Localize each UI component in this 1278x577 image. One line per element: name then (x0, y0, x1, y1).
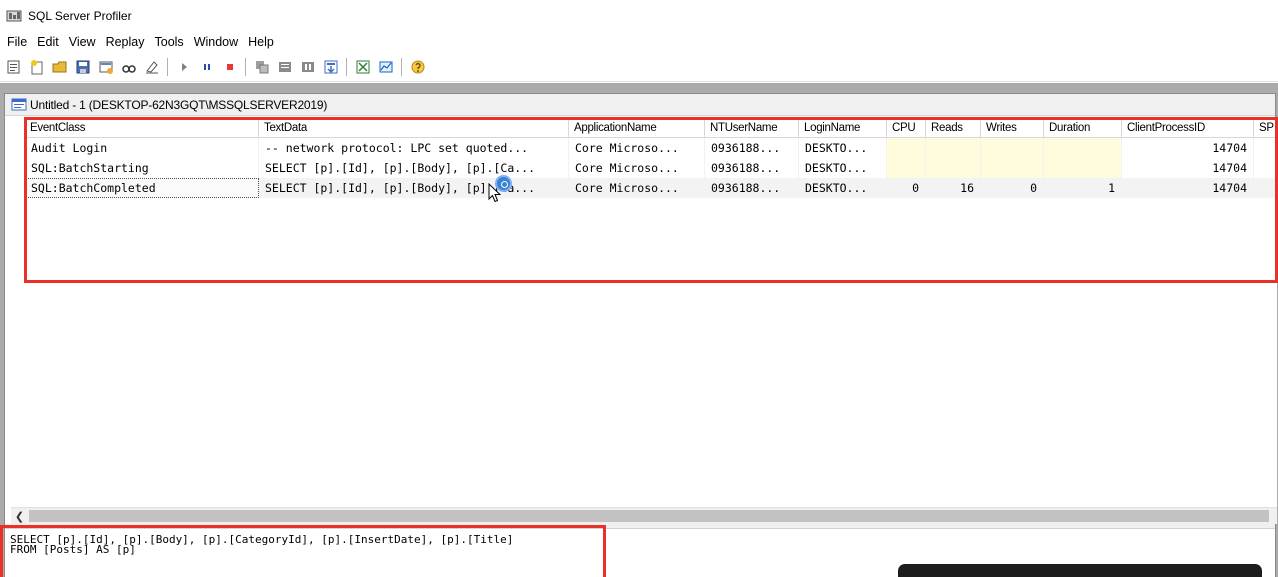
cell-loginname: DESKTO... (799, 158, 887, 178)
cell-writes (981, 158, 1044, 178)
menu-replay[interactable]: Replay (101, 31, 150, 53)
open-icon[interactable] (51, 58, 69, 76)
cell-reads (926, 158, 981, 178)
stop-icon[interactable] (221, 58, 239, 76)
trace-events-grid: EventClass TextData ApplicationName NTUs… (25, 119, 1277, 519)
cell-clientprocessid: 14704 (1122, 158, 1254, 178)
toolbar-separator (167, 58, 168, 76)
cell-eventclass: SQL:BatchCompleted (25, 178, 259, 198)
scrollbar-thumb[interactable] (29, 510, 1269, 522)
menu-view[interactable]: View (64, 31, 101, 53)
dark-overlay-panel (898, 564, 1262, 577)
horizontal-scrollbar[interactable]: ❮ (11, 507, 1277, 524)
cell-reads (926, 138, 981, 158)
menu-window[interactable]: Window (189, 31, 243, 53)
trace-window-icon (11, 98, 27, 111)
cell-duration: 1 (1044, 178, 1122, 198)
mdi-client-area: Untitled - 1 (DESKTOP-62N3GQT\MSSQLSERVE… (0, 83, 1278, 577)
cell-clientprocessid: 14704 (1122, 178, 1254, 198)
cell-loginname: DESKTO... (799, 138, 887, 158)
table-row[interactable]: SQL:BatchStarting SELECT [p].[Id], [p].[… (25, 158, 1277, 178)
replay-icon[interactable] (253, 58, 271, 76)
cell-duration (1044, 138, 1122, 158)
column-header-reads[interactable]: Reads (926, 119, 981, 138)
menu-tools[interactable]: Tools (150, 31, 189, 53)
menu-help[interactable]: Help (243, 31, 279, 53)
column-header-clientprocessid[interactable]: ClientProcessID (1122, 119, 1254, 138)
new-template-icon[interactable] (28, 58, 46, 76)
find-icon[interactable] (120, 58, 138, 76)
profiler-app-icon (6, 9, 22, 23)
cell-loginname: DESKTO... (799, 178, 887, 198)
cell-sp (1254, 158, 1277, 178)
column-header-sp[interactable]: SP (1254, 119, 1277, 138)
menu-bar: File Edit View Replay Tools Window Help (0, 31, 1278, 53)
toolbar (0, 53, 1278, 82)
cell-writes (981, 138, 1044, 158)
title-bar: SQL Server Profiler (0, 0, 1278, 31)
cell-eventclass: SQL:BatchStarting (25, 158, 259, 178)
cell-duration (1044, 158, 1122, 178)
column-header-writes[interactable]: Writes (981, 119, 1044, 138)
trace-window-title: Untitled - 1 (DESKTOP-62N3GQT\MSSQLSERVE… (30, 97, 328, 112)
toolbar-separator (346, 58, 347, 76)
column-header-cpu[interactable]: CPU (887, 119, 926, 138)
step-icon[interactable] (276, 58, 294, 76)
database-tuning-icon[interactable] (377, 58, 395, 76)
trace-window: Untitled - 1 (DESKTOP-62N3GQT\MSSQLSERVE… (4, 93, 1277, 577)
cell-ntusername: 0936188... (705, 158, 799, 178)
help-icon[interactable] (409, 58, 427, 76)
detail-line-2: FROM [Posts] AS [p] (10, 543, 136, 556)
cell-applicationname: Core Microso... (569, 138, 705, 158)
scroll-left-icon[interactable]: ❮ (11, 508, 28, 524)
column-header-ntusername[interactable]: NTUserName (705, 119, 799, 138)
save-icon[interactable] (74, 58, 92, 76)
run-to-cursor-icon[interactable] (299, 58, 317, 76)
column-header-eventclass[interactable]: EventClass (25, 119, 259, 138)
menu-edit[interactable]: Edit (32, 31, 64, 53)
trace-window-title-bar[interactable]: Untitled - 1 (DESKTOP-62N3GQT\MSSQLSERVE… (5, 94, 1275, 116)
cell-applicationname: Core Microso... (569, 158, 705, 178)
cell-ntusername: 0936188... (705, 178, 799, 198)
pause-icon[interactable] (198, 58, 216, 76)
cell-cpu (887, 158, 926, 178)
column-header-loginname[interactable]: LoginName (799, 119, 887, 138)
table-row[interactable]: Audit Login -- network protocol: LPC set… (25, 138, 1277, 158)
table-row-selected[interactable]: SQL:BatchCompleted SELECT [p].[Id], [p].… (25, 178, 1277, 198)
cell-cpu: 0 (887, 178, 926, 198)
toolbar-separator (401, 58, 402, 76)
cell-writes: 0 (981, 178, 1044, 198)
cell-sp (1254, 178, 1277, 198)
grid-header: EventClass TextData ApplicationName NTUs… (25, 119, 1277, 138)
cell-ntusername: 0936188... (705, 138, 799, 158)
window-title: SQL Server Profiler (28, 8, 132, 23)
column-header-textdata[interactable]: TextData (259, 119, 569, 138)
cell-reads: 16 (926, 178, 981, 198)
start-icon[interactable] (175, 58, 193, 76)
auto-scroll-icon[interactable] (322, 58, 340, 76)
cell-applicationname: Core Microso... (569, 178, 705, 198)
column-header-applicationname[interactable]: ApplicationName (569, 119, 705, 138)
cell-textdata: SELECT [p].[Id], [p].[Body], [p].[Ca... (259, 158, 569, 178)
column-header-duration[interactable]: Duration (1044, 119, 1122, 138)
properties-icon[interactable] (97, 58, 115, 76)
cell-clientprocessid: 14704 (1122, 138, 1254, 158)
clear-icon[interactable] (143, 58, 161, 76)
cell-textdata: -- network protocol: LPC set quoted... (259, 138, 569, 158)
toolbar-separator (245, 58, 246, 76)
cell-eventclass: Audit Login (25, 138, 259, 158)
mouse-cursor-icon (488, 183, 502, 203)
cell-textdata: SELECT [p].[Id], [p].[Body], [p].[Ca... (259, 178, 569, 198)
menu-file[interactable]: File (2, 31, 32, 53)
performance-monitor-icon[interactable] (354, 58, 372, 76)
cell-cpu (887, 138, 926, 158)
new-trace-icon[interactable] (5, 58, 23, 76)
cell-sp (1254, 138, 1277, 158)
